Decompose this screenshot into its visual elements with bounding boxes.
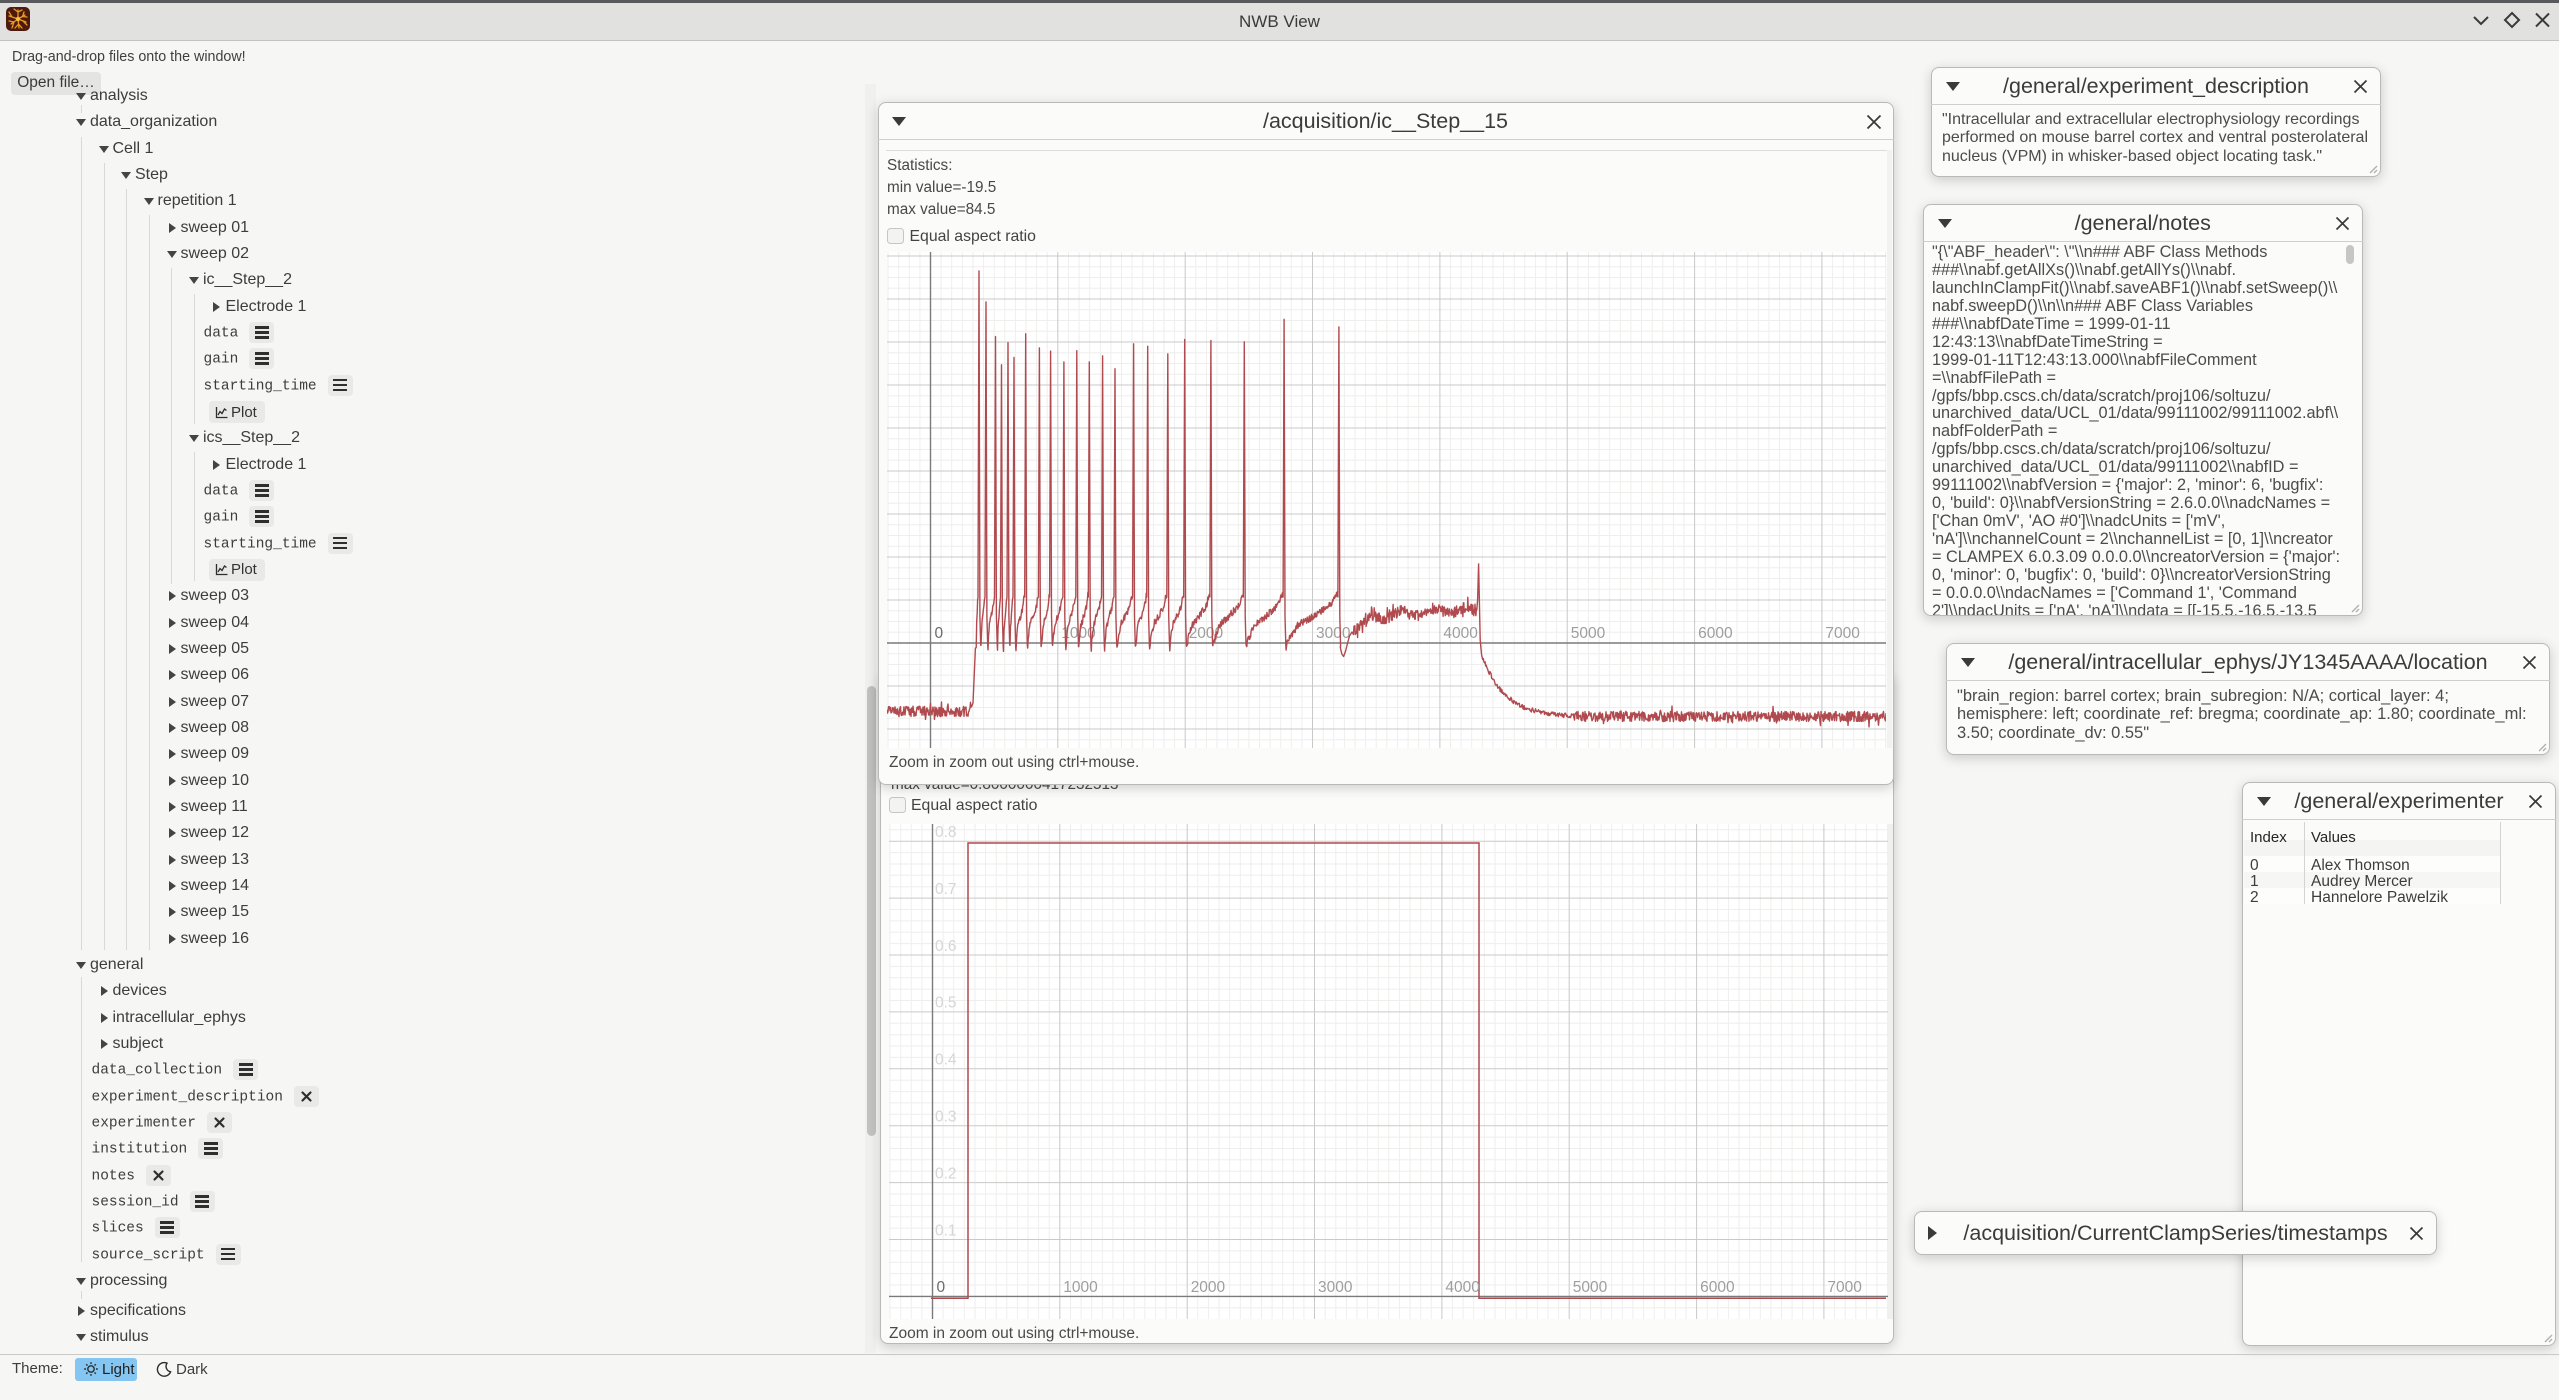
svg-text:0: 0 — [937, 1279, 946, 1296]
svg-text:5000: 5000 — [1573, 1279, 1608, 1296]
svg-text:3000: 3000 — [1316, 625, 1351, 642]
svg-text:0.3: 0.3 — [935, 1109, 957, 1126]
svg-text:3000: 3000 — [1318, 1279, 1353, 1296]
svg-text:0.5: 0.5 — [935, 995, 957, 1012]
svg-text:5000: 5000 — [1571, 625, 1606, 642]
svg-text:0.1: 0.1 — [935, 1222, 957, 1239]
svg-text:0.4: 0.4 — [935, 1052, 957, 1069]
svg-text:0: 0 — [935, 625, 944, 642]
svg-text:6000: 6000 — [1698, 625, 1733, 642]
svg-text:7000: 7000 — [1825, 625, 1860, 642]
svg-text:2000: 2000 — [1191, 1279, 1226, 1296]
svg-text:0.7: 0.7 — [935, 881, 957, 898]
svg-text:0.2: 0.2 — [935, 1165, 957, 1182]
svg-text:6000: 6000 — [1700, 1279, 1735, 1296]
svg-text:0.6: 0.6 — [935, 938, 957, 955]
svg-text:4000: 4000 — [1445, 1279, 1480, 1296]
svg-text:0.8: 0.8 — [935, 824, 957, 841]
svg-text:4000: 4000 — [1443, 625, 1478, 642]
svg-text:1000: 1000 — [1063, 1279, 1098, 1296]
svg-text:7000: 7000 — [1827, 1279, 1862, 1296]
